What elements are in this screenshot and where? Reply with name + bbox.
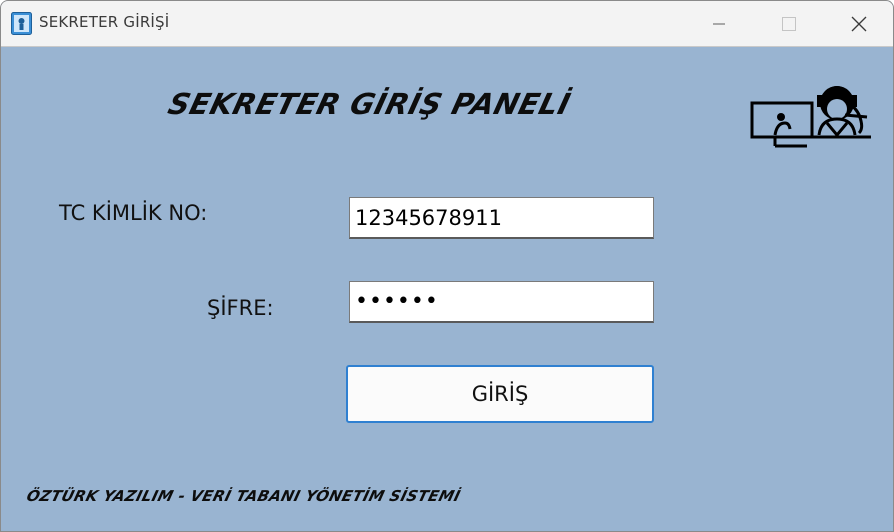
app-icon [11,12,32,35]
maximize-button[interactable] [754,1,824,46]
tc-kimlik-label: TC KİMLİK NO: [59,201,208,225]
minimize-button[interactable] [684,1,754,46]
close-button[interactable] [824,1,893,46]
receptionist-headset-computer-icon [750,86,871,148]
close-icon [851,16,867,31]
login-panel: SEKRETER GİRİŞ PANELİ TC KİMLİK NO: ŞİFR… [1,47,893,531]
login-window: SEKRETER GİRİŞİ SEKRETER GİRİŞ PANELİ TC… [0,0,894,532]
panel-heading: SEKRETER GİRİŞ PANELİ [164,87,575,121]
window-title: SEKRETER GİRİŞİ [39,13,170,31]
footer-text: ÖZTÜRK YAZILIM - VERİ TABANI YÖNETİM SİS… [24,487,463,505]
password-input[interactable] [349,281,654,323]
maximize-icon [782,16,796,31]
login-button[interactable]: GİRİŞ [346,365,654,423]
password-label: ŞİFRE: [207,296,274,320]
minimize-icon [713,23,725,24]
tc-kimlik-input[interactable] [349,197,654,239]
title-bar[interactable]: SEKRETER GİRİŞİ [1,1,893,47]
